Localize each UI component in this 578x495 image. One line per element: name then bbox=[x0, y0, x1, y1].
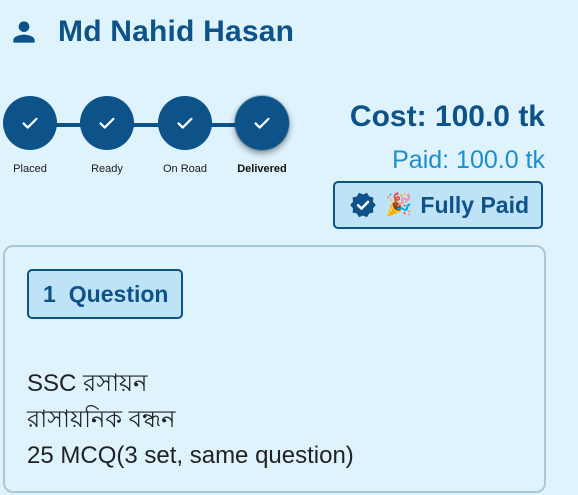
step-label-on-road: On Road bbox=[162, 163, 208, 175]
check-icon bbox=[177, 117, 193, 129]
verified-badge-icon bbox=[350, 192, 376, 218]
order-progress-stepper: Placed Ready On Road Delivered bbox=[0, 96, 310, 186]
item-count: 1 bbox=[43, 280, 56, 307]
party-popper-icon: 🎉 bbox=[385, 192, 413, 217]
payment-status-label: Fully Paid bbox=[420, 191, 530, 218]
person-icon bbox=[13, 21, 35, 43]
order-cost: Cost: 100.0 tk bbox=[349, 100, 545, 133]
step-ready: Ready bbox=[67, 96, 147, 175]
order-details: SSC রসায়ন রাসায়নিক বন্ধন 25 MCQ(3 set,… bbox=[27, 366, 354, 474]
item-unit-label: Question bbox=[68, 280, 169, 307]
step-circle-delivered bbox=[235, 96, 289, 150]
customer-name: Md Nahid Hasan bbox=[58, 15, 295, 48]
step-label-placed: Placed bbox=[13, 163, 47, 175]
step-circle-placed bbox=[3, 96, 57, 150]
customer-header: Md Nahid Hasan bbox=[8, 12, 294, 52]
step-label-ready: Ready bbox=[91, 163, 123, 175]
step-delivered: Delivered bbox=[222, 96, 302, 175]
order-detail-line: রাসায়নিক বন্ধন bbox=[27, 406, 176, 433]
payment-status-badge: 🎉 Fully Paid bbox=[333, 181, 543, 229]
step-placed: Placed bbox=[0, 96, 70, 175]
item-count-badge: 1 Question bbox=[27, 269, 183, 319]
order-detail-line: 25 MCQ(3 set, same question) bbox=[27, 442, 354, 469]
check-icon bbox=[254, 117, 270, 129]
step-on-road: On Road bbox=[145, 96, 225, 175]
step-label-delivered: Delivered bbox=[237, 163, 287, 175]
order-detail-line: SSC রসায়ন bbox=[27, 370, 148, 397]
check-icon bbox=[22, 117, 38, 129]
check-icon bbox=[99, 117, 115, 129]
step-circle-ready bbox=[80, 96, 134, 150]
amount-paid: Paid: 100.0 tk bbox=[392, 146, 545, 174]
order-items-card: 1 Question SSC রসায়ন রাসায়নিক বন্ধন 25… bbox=[3, 245, 546, 493]
step-circle-on-road bbox=[158, 96, 212, 150]
